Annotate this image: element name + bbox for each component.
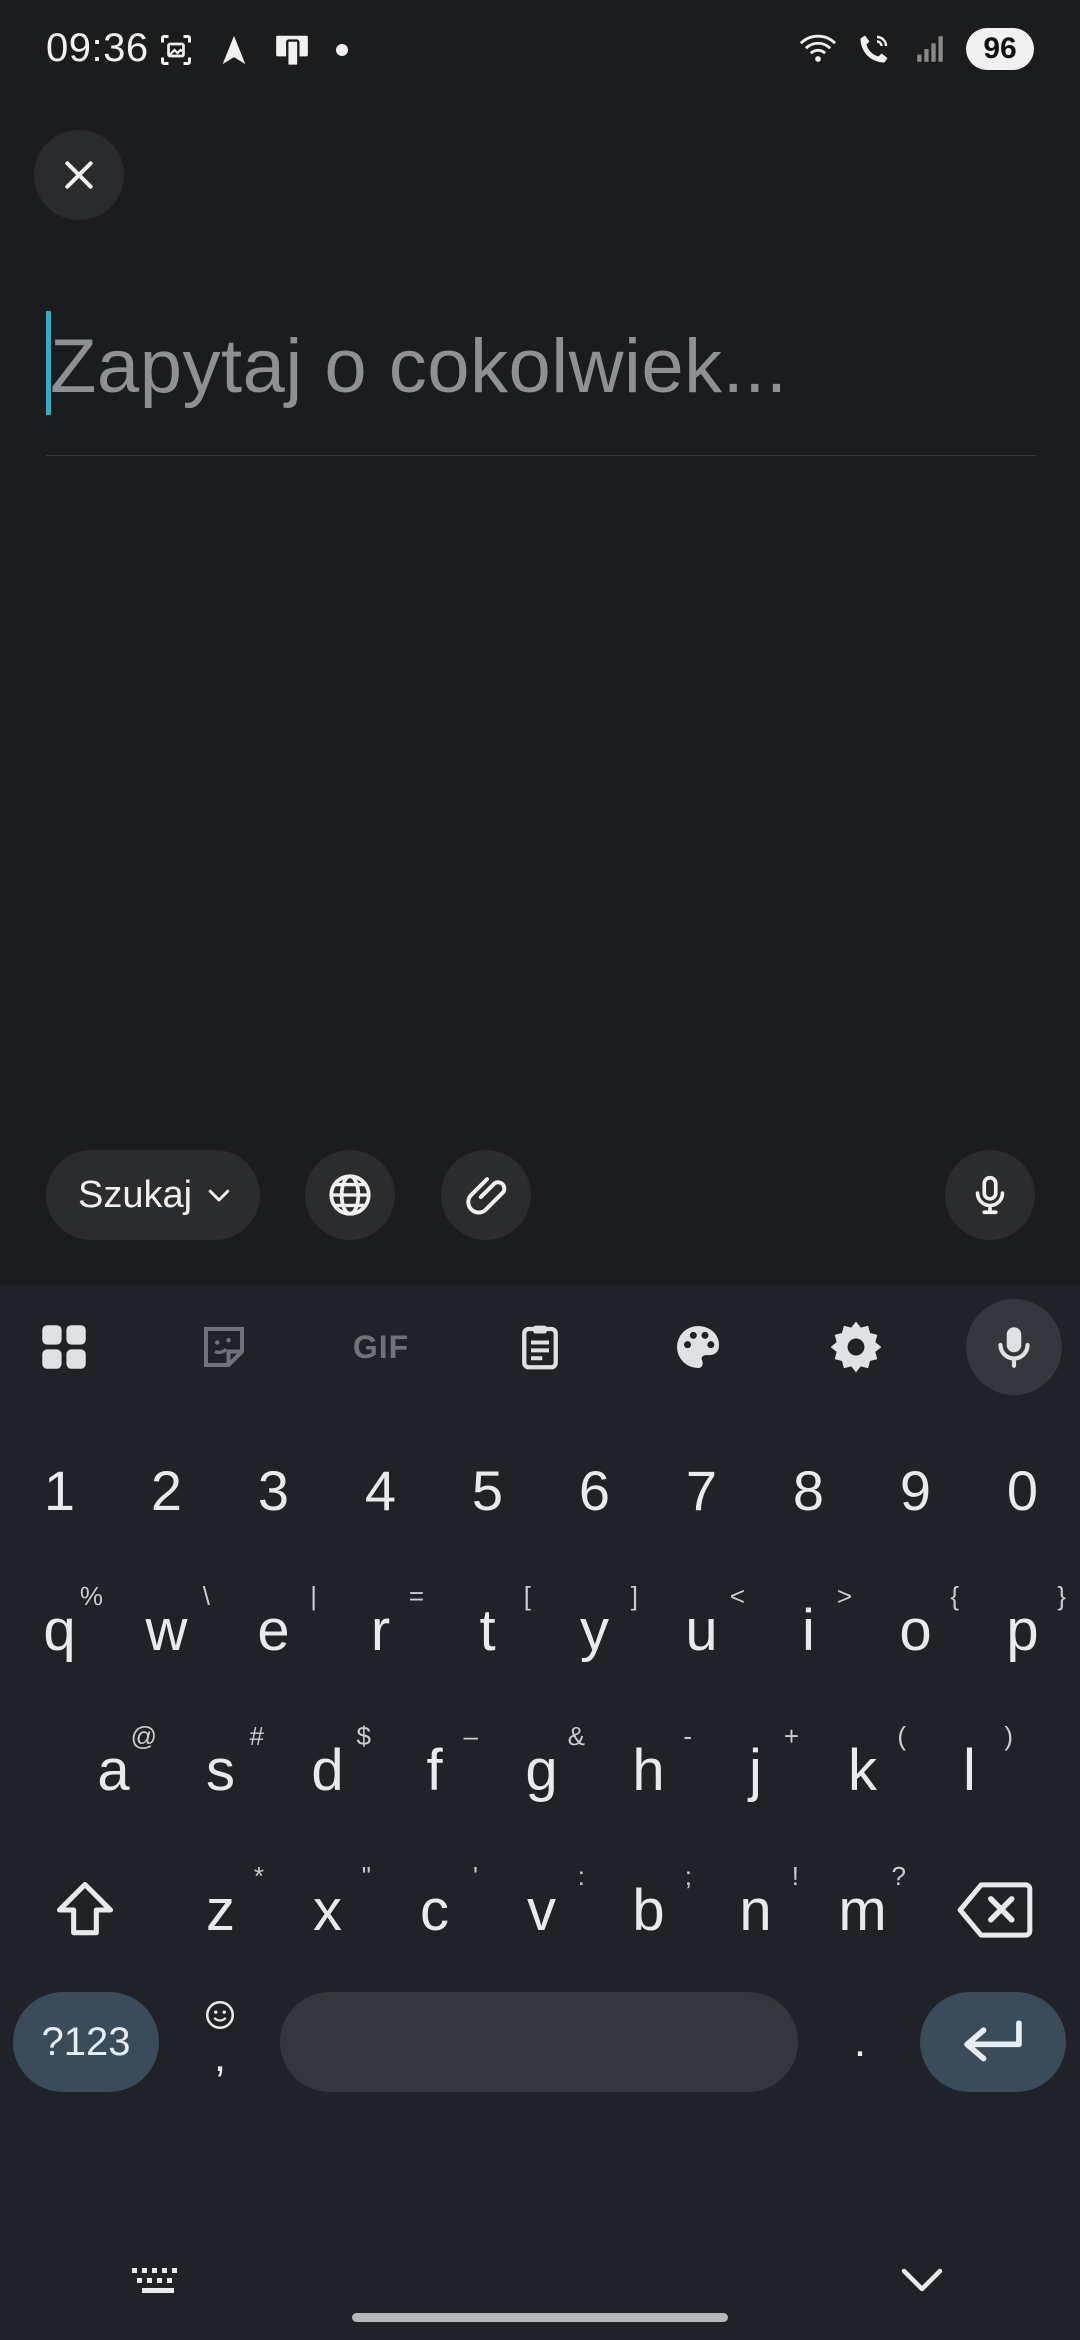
key-j[interactable]: j + [702, 1705, 809, 1835]
search-mode-dropdown[interactable]: Szukaj [46, 1150, 261, 1240]
globe-icon [329, 1174, 371, 1216]
close-button[interactable] [34, 130, 124, 220]
sticker-icon[interactable] [188, 1311, 260, 1383]
key-s[interactable]: s # [167, 1705, 274, 1835]
paperclip-icon [466, 1177, 507, 1215]
search-mode-label: Szukaj [78, 1173, 193, 1216]
key-h[interactable]: h- [595, 1705, 702, 1835]
microphone-icon [975, 1175, 1005, 1215]
composer-actions: Szukaj [0, 1150, 1080, 1242]
voice-input-button[interactable] [945, 1150, 1035, 1240]
hide-keyboard-button[interactable] [892, 2255, 952, 2305]
key-4[interactable]: 4 [327, 1425, 434, 1555]
key-w[interactable]: w \ [113, 1565, 220, 1695]
keyboard-switch-icon[interactable] [128, 2260, 188, 2300]
chevron-down-icon [208, 1189, 230, 1202]
key-o[interactable]: o{ [862, 1565, 969, 1695]
clock: 09:36 [46, 26, 149, 70]
key-e[interactable]: e | [220, 1565, 327, 1695]
wifi-calling-icon [854, 29, 894, 69]
query-input[interactable]: Zapytaj o cokolwiek... [46, 305, 1036, 456]
key-5[interactable]: 5 [434, 1425, 541, 1555]
key-2[interactable]: 2 [113, 1425, 220, 1555]
letter-row-2: a @ s # d $ f – g & h- j + k( l) [0, 1705, 1080, 1835]
keyboard-bottom-row: ?123 , . [0, 1992, 1080, 2092]
query-placeholder: Zapytaj o cokolwiek... [50, 324, 788, 409]
screenshot-icon [156, 30, 196, 70]
key-9[interactable]: 9 [862, 1425, 969, 1555]
key-7[interactable]: 7 [648, 1425, 755, 1555]
key-b[interactable]: b; [595, 1845, 702, 1975]
web-search-button[interactable] [305, 1150, 395, 1240]
close-icon [65, 161, 93, 189]
enter-arrow-icon [964, 2020, 1022, 2062]
key-n[interactable]: n! [702, 1845, 809, 1975]
clipboard-icon[interactable] [504, 1311, 576, 1383]
keyboard: GIF 1 2 3 4 5 6 7 8 9 0 q% w \ e | r = t[ y… [0, 1285, 1080, 2340]
wifi-icon [798, 29, 838, 69]
key-8[interactable]: 8 [755, 1425, 862, 1555]
backspace-key[interactable] [930, 1845, 1060, 1975]
period-key[interactable]: . [810, 1992, 910, 2092]
comma-label: , [213, 2032, 227, 2081]
attach-button[interactable] [441, 1150, 531, 1240]
key-d[interactable]: d $ [274, 1705, 381, 1835]
chevron-down-icon [901, 2268, 943, 2292]
keyboard-toolbar: GIF [0, 1285, 1080, 1410]
key-i[interactable]: i > [755, 1565, 862, 1695]
cast-device-icon [272, 30, 312, 70]
settings-gear-icon[interactable] [820, 1311, 892, 1383]
key-1[interactable]: 1 [6, 1425, 113, 1555]
shift-arrow-icon [56, 1881, 114, 1936]
key-l[interactable]: l) [916, 1705, 1023, 1835]
status-left-icons [156, 30, 348, 70]
key-g[interactable]: g & [488, 1705, 595, 1835]
key-y[interactable]: y] [541, 1565, 648, 1695]
signal-icon [910, 29, 950, 69]
key-u[interactable]: u < [648, 1565, 755, 1695]
key-x[interactable]: x " [274, 1845, 381, 1975]
key-z[interactable]: z * [167, 1845, 274, 1975]
key-q[interactable]: q% [6, 1565, 113, 1695]
key-r[interactable]: r = [327, 1565, 434, 1695]
symbols-key[interactable]: ?123 [13, 1992, 159, 2092]
key-a[interactable]: a @ [60, 1705, 167, 1835]
battery-level: 96 [966, 28, 1034, 70]
enter-key[interactable] [920, 1992, 1066, 2092]
key-t[interactable]: t[ [434, 1565, 541, 1695]
key-6[interactable]: 6 [541, 1425, 648, 1555]
notification-dot-icon [336, 44, 348, 56]
key-m[interactable]: m? [809, 1845, 916, 1975]
gif-button[interactable]: GIF [345, 1311, 417, 1383]
apps-grid-icon[interactable] [28, 1311, 100, 1383]
key-k[interactable]: k( [809, 1705, 916, 1835]
number-row: 1 2 3 4 5 6 7 8 9 0 [0, 1425, 1080, 1555]
comma-emoji-key[interactable]: , [170, 1992, 270, 2092]
backspace-icon [957, 1882, 1033, 1938]
letter-row-3: z * x " c ' v: b; n! m? [0, 1845, 1080, 1975]
key-3[interactable]: 3 [220, 1425, 327, 1555]
keyboard-voice-button[interactable] [966, 1299, 1062, 1395]
status-bar: 09:36 96 [0, 0, 1080, 100]
key-0[interactable]: 0 [969, 1425, 1076, 1555]
space-bar[interactable] [280, 1992, 798, 2092]
key-c[interactable]: c ' [381, 1845, 488, 1975]
key-f[interactable]: f – [381, 1705, 488, 1835]
letter-row-1: q% w \ e | r = t[ y] u < i > o{ p} [0, 1565, 1080, 1695]
status-right-icons: 96 [798, 28, 1034, 70]
theme-palette-icon[interactable] [662, 1311, 734, 1383]
navigation-arrow-icon [214, 30, 254, 70]
key-p[interactable]: p} [969, 1565, 1076, 1695]
home-indicator[interactable] [352, 2313, 728, 2322]
emoji-icon [205, 2000, 235, 2030]
key-v[interactable]: v: [488, 1845, 595, 1975]
shift-key[interactable] [20, 1845, 150, 1975]
microphone-icon [998, 1327, 1030, 1368]
